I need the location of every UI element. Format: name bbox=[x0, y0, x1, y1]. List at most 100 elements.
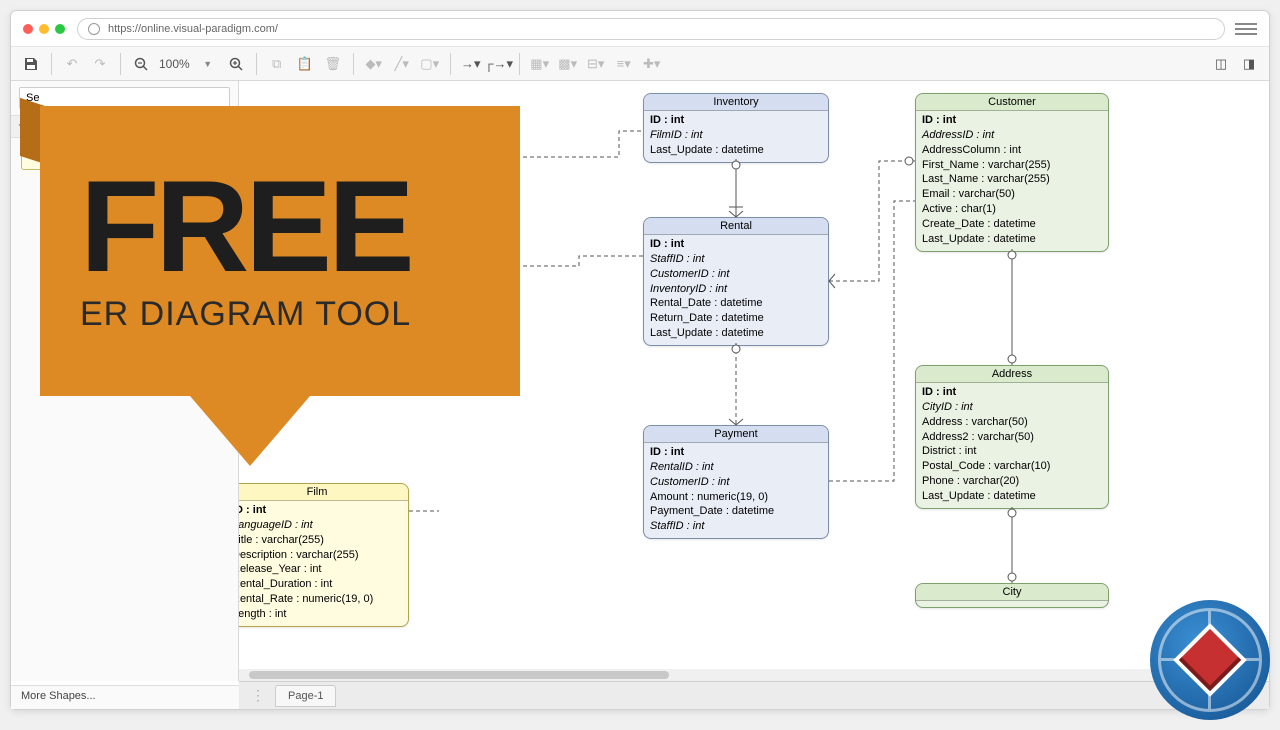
url-text: https://online.visual-paradigm.com/ bbox=[108, 23, 278, 35]
shapes-sidebar: ▾En bbox=[11, 81, 239, 681]
attribute-row: CustomerID : int bbox=[650, 475, 822, 490]
format-panel-icon[interactable]: ◨ bbox=[1237, 52, 1261, 76]
entity-customer[interactable]: Customer ID : intAddressID : intAddressC… bbox=[915, 93, 1109, 252]
page-tabs: ⋮ Page-1 bbox=[239, 681, 1269, 709]
align-icon[interactable]: ⊟▾ bbox=[584, 52, 608, 76]
zoom-dropdown-icon[interactable]: ▼ bbox=[196, 52, 220, 76]
attribute-row: Rental_Date : datetime bbox=[650, 296, 822, 311]
zoom-level[interactable]: 100% bbox=[157, 57, 192, 71]
attribute-row: Last_Update : datetime bbox=[650, 326, 822, 341]
to-back-icon[interactable]: ▩▾ bbox=[556, 52, 580, 76]
entity-title: Film bbox=[239, 484, 408, 501]
entity-attributes: ID : intAddressID : intAddressColumn : i… bbox=[916, 111, 1108, 251]
waypoint-style-icon[interactable]: ┌→▾ bbox=[487, 52, 511, 76]
paste-icon[interactable]: 📋 bbox=[293, 52, 317, 76]
attribute-row: AddressID : int bbox=[922, 128, 1102, 143]
copy-icon[interactable]: ⧉ bbox=[265, 52, 289, 76]
attribute-row: FilmID : int bbox=[650, 128, 822, 143]
entity-attributes: ID : intStaffID : intCustomerID : intInv… bbox=[644, 235, 828, 345]
entity-title: Rental bbox=[644, 218, 828, 235]
attribute-row: Return_Date : datetime bbox=[650, 311, 822, 326]
close-icon[interactable] bbox=[23, 24, 33, 34]
entity-attributes bbox=[916, 601, 1108, 607]
attribute-row: Amount : numeric(19, 0) bbox=[650, 490, 822, 505]
attribute-row: Title : varchar(255) bbox=[239, 533, 402, 548]
entity-inventory[interactable]: Inventory ID : intFilmID : intLast_Updat… bbox=[643, 93, 829, 163]
entity-box[interactable] bbox=[249, 236, 509, 296]
outline-panel-icon[interactable]: ◫ bbox=[1209, 52, 1233, 76]
minimize-icon[interactable] bbox=[39, 24, 49, 34]
site-info-icon bbox=[88, 23, 100, 35]
entity-rental[interactable]: Rental ID : intStaffID : intCustomerID :… bbox=[643, 217, 829, 346]
save-icon[interactable] bbox=[19, 52, 43, 76]
attribute-row: Payment_Date : datetime bbox=[650, 504, 822, 519]
undo-icon[interactable]: ↶ bbox=[60, 52, 84, 76]
redo-icon[interactable]: ↷ bbox=[88, 52, 112, 76]
entity-address[interactable]: Address ID : intCityID : intAddress : va… bbox=[915, 365, 1109, 509]
entity-title: Customer bbox=[916, 94, 1108, 111]
entity-title: Address bbox=[916, 366, 1108, 383]
attribute-row: Active : char(1) bbox=[922, 202, 1102, 217]
zoom-out-icon[interactable] bbox=[129, 52, 153, 76]
attribute-row: ID : int bbox=[650, 237, 822, 252]
attribute-row: Last_Update : datetime bbox=[922, 489, 1102, 504]
distribute-icon[interactable]: ≡▾ bbox=[612, 52, 636, 76]
to-front-icon[interactable]: ▦▾ bbox=[528, 52, 552, 76]
entity-city[interactable]: City bbox=[915, 583, 1109, 608]
attribute-row: ID : int bbox=[922, 113, 1102, 128]
entity-payment[interactable]: Payment ID : intRentalID : intCustomerID… bbox=[643, 425, 829, 539]
attribute-row: RentalID : int bbox=[650, 460, 822, 475]
search-input[interactable] bbox=[19, 87, 230, 109]
diagram-canvas[interactable]: Film ID : intLanguageID : intTitle : var… bbox=[239, 81, 1269, 681]
entity-attributes: ID : intRentalID : intCustomerID : intAm… bbox=[644, 443, 828, 538]
shadow-icon[interactable]: ▢▾ bbox=[418, 52, 442, 76]
attribute-row: CustomerID : int bbox=[650, 267, 822, 282]
attribute-row: LanguageID : int bbox=[239, 518, 402, 533]
attribute-row: Last_Name : varchar(255) bbox=[922, 172, 1102, 187]
page-tab-1[interactable]: Page-1 bbox=[275, 685, 336, 707]
entity-shape-yellow[interactable] bbox=[21, 148, 57, 170]
sidebar-panel-header[interactable]: ▾En bbox=[11, 115, 238, 138]
attribute-row: AddressColumn : int bbox=[922, 143, 1102, 158]
add-icon[interactable]: ✚▾ bbox=[640, 52, 664, 76]
maximize-icon[interactable] bbox=[55, 24, 65, 34]
attribute-row: ID : int bbox=[650, 113, 822, 128]
zoom-in-icon[interactable] bbox=[224, 52, 248, 76]
attribute-row: Release_Year : int bbox=[239, 562, 402, 577]
fill-color-icon[interactable]: ◆▾ bbox=[362, 52, 386, 76]
delete-icon[interactable]: 🗑 bbox=[321, 52, 345, 76]
horizontal-scrollbar[interactable] bbox=[239, 669, 1257, 681]
entity-attributes: ID : intCityID : intAddress : varchar(50… bbox=[916, 383, 1108, 508]
attribute-row: District : int bbox=[922, 444, 1102, 459]
browser-chrome: https://online.visual-paradigm.com/ bbox=[11, 11, 1269, 47]
attribute-row: Postal_Code : varchar(10) bbox=[922, 459, 1102, 474]
attribute-row: Create_Date : datetime bbox=[922, 217, 1102, 232]
attribute-row: Last_Update : datetime bbox=[650, 143, 822, 158]
address-bar[interactable]: https://online.visual-paradigm.com/ bbox=[77, 18, 1225, 40]
attribute-row: Last_Update : datetime bbox=[922, 232, 1102, 247]
attribute-row: Phone : varchar(20) bbox=[922, 474, 1102, 489]
attribute-row: Description : varchar(255) bbox=[239, 548, 402, 563]
line-color-icon[interactable]: ╱▾ bbox=[390, 52, 414, 76]
tab-drag-handle-icon[interactable]: ⋮ bbox=[245, 687, 271, 704]
entity-attributes: ID : intFilmID : intLast_Update : dateti… bbox=[644, 111, 828, 162]
attribute-row: Rental_Rate : numeric(19, 0) bbox=[239, 592, 402, 607]
entity-film[interactable]: Film ID : intLanguageID : intTitle : var… bbox=[239, 483, 409, 627]
connector-style-icon[interactable]: →▾ bbox=[459, 52, 483, 76]
more-shapes-button[interactable]: More Shapes... bbox=[11, 685, 239, 709]
entity-shape-green[interactable] bbox=[69, 148, 105, 170]
attribute-row: Address : varchar(50) bbox=[922, 415, 1102, 430]
attribute-row: StaffID : int bbox=[650, 519, 822, 534]
menu-icon[interactable] bbox=[1235, 23, 1257, 35]
attribute-row: Email : varchar(50) bbox=[922, 187, 1102, 202]
attribute-row: InventoryID : int bbox=[650, 282, 822, 297]
attribute-row: StaffID : int bbox=[650, 252, 822, 267]
entity-title: Inventory bbox=[644, 94, 828, 111]
visual-paradigm-logo-icon bbox=[1150, 600, 1270, 720]
entity-title: City bbox=[916, 584, 1108, 601]
attribute-row: ID : int bbox=[239, 503, 402, 518]
browser-window: https://online.visual-paradigm.com/ ↶ ↷ … bbox=[10, 10, 1270, 710]
entity-box[interactable] bbox=[249, 131, 509, 181]
app-toolbar: ↶ ↷ 100% ▼ ⧉ 📋 🗑 ◆▾ ╱▾ ▢▾ →▾ ┌→▾ ▦▾ ▩▾ ⊟… bbox=[11, 47, 1269, 81]
attribute-row: CityID : int bbox=[922, 400, 1102, 415]
